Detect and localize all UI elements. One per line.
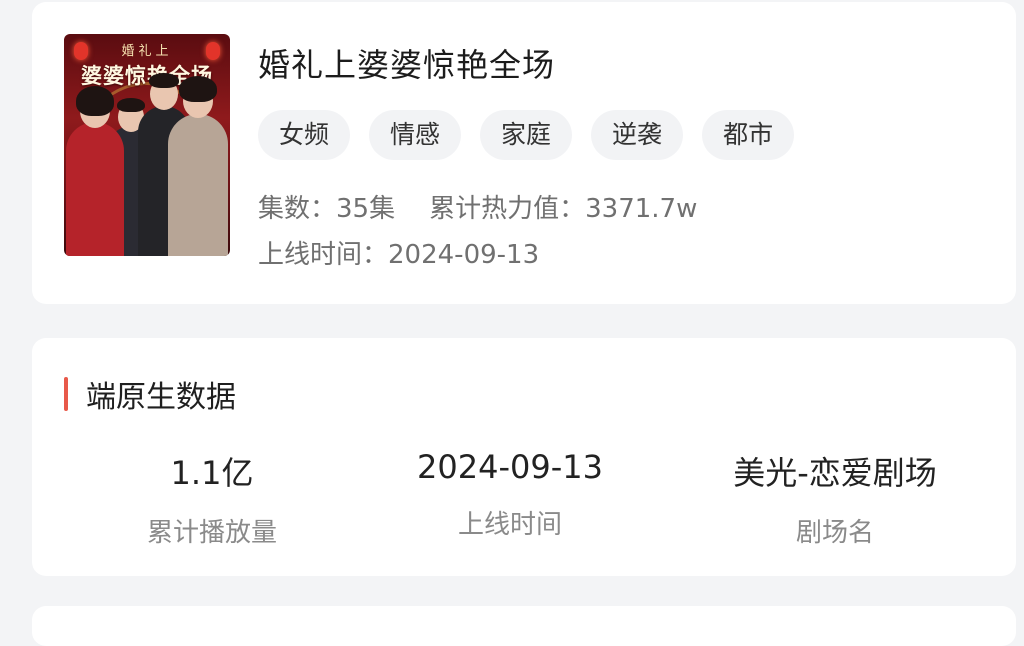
stats-row: 1.1亿 累计播放量 2024-09-13 上线时间 美光-恋爱剧场 剧场名 (32, 448, 1016, 558)
stat-label: 上线时间 (457, 510, 562, 540)
episodes-value: 35集 (336, 194, 396, 224)
stat-label: 剧场名 (795, 518, 874, 548)
tag-chip[interactable]: 家庭 (480, 110, 573, 160)
episode-heat-line: 集数：35集 累计热力值：3371.7w (258, 188, 697, 225)
tag-list: 女频 情感 家庭 逆袭 都市 (258, 110, 795, 160)
poster-figure-bride (66, 86, 124, 256)
stat-total-plays: 1.1亿 累计播放量 (52, 448, 372, 549)
stat-value: 1.1亿 (170, 454, 254, 492)
drama-info-card: 婚礼上 婆婆惊艳全场 婚礼上婆婆惊艳全场 女频 情感 家庭 逆袭 都市 集数：3… (32, 2, 1016, 304)
section-accent-bar (64, 377, 68, 411)
stat-release-date: 2024-09-13 上线时间 (350, 448, 670, 541)
release-label: 上线时间： (258, 240, 389, 270)
poster-title-top: 婚礼上 (121, 44, 173, 59)
episodes-label: 集数： (258, 194, 337, 224)
section-header: 端原生数据 (64, 374, 236, 415)
tag-chip[interactable]: 都市 (702, 110, 795, 160)
stat-value: 美光-恋爱剧场 (733, 454, 937, 492)
next-section-card (32, 606, 1016, 646)
drama-poster-image[interactable]: 婚礼上 婆婆惊艳全场 (64, 34, 230, 256)
stat-label: 累计播放量 (146, 518, 277, 548)
stat-value: 2024-09-13 (417, 448, 603, 486)
tag-chip[interactable]: 逆袭 (591, 110, 684, 160)
tag-chip[interactable]: 情感 (369, 110, 462, 160)
release-line: 上线时间：2024-09-13 (258, 234, 539, 271)
heat-label: 累计热力值： (429, 194, 586, 224)
release-value: 2024-09-13 (388, 240, 540, 270)
native-data-card: 端原生数据 1.1亿 累计播放量 2024-09-13 上线时间 美光-恋爱剧场… (32, 338, 1016, 576)
poster-figure-mother-in-law (168, 76, 228, 256)
tag-chip[interactable]: 女频 (258, 110, 351, 160)
stat-theater-name: 美光-恋爱剧场 剧场名 (675, 448, 995, 549)
drama-title: 婚礼上婆婆惊艳全场 (258, 46, 556, 84)
heat-value: 3371.7w (585, 194, 698, 224)
section-title: 端原生数据 (86, 380, 236, 415)
